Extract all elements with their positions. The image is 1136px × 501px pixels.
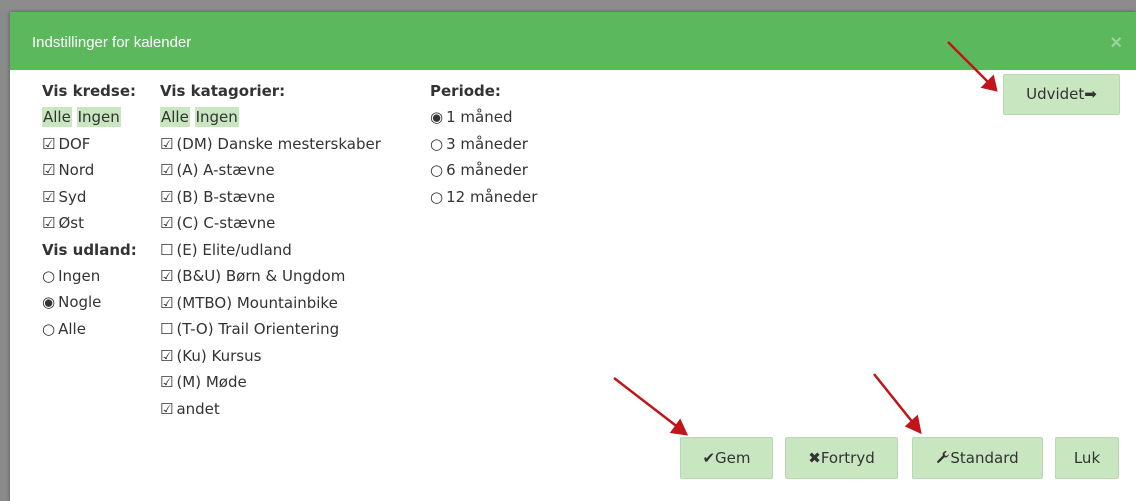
annotation-arrow-gem <box>613 377 680 429</box>
annotation-arrow-standard <box>873 373 915 425</box>
annotation-arrow-udvidet <box>947 41 991 85</box>
annotation-arrows <box>613 41 998 436</box>
